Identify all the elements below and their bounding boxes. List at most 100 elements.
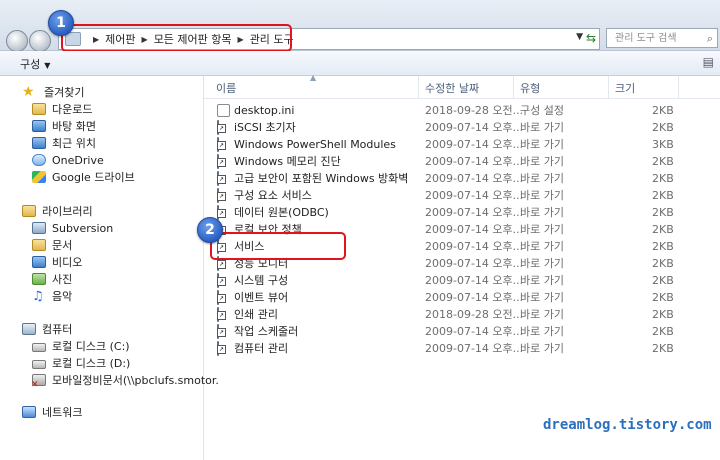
sidebar-favorites[interactable]: ★ 즐겨찾기	[22, 84, 84, 100]
sidebar-item-onedrive[interactable]: OneDrive	[32, 153, 104, 169]
column-divider[interactable]	[513, 76, 514, 98]
file-row[interactable]: Windows 메모리 진단 2009-07-14 오후... 바로 가기 2K…	[204, 153, 720, 170]
pictures-icon	[32, 273, 46, 285]
command-bar: 구성 ▼ ▤	[0, 51, 720, 76]
file-size: 2KB	[652, 342, 674, 355]
shortcut-icon	[217, 205, 219, 220]
file-row-services[interactable]: 서비스 2009-07-14 오후... 바로 가기 2KB	[204, 238, 720, 255]
search-placeholder: 관리 도구 검색	[615, 33, 677, 44]
sidebar-item-google-drive[interactable]: Google 드라이브	[32, 170, 135, 186]
onedrive-icon	[32, 154, 46, 166]
address-dropdown-icon[interactable]: ▼	[576, 32, 583, 42]
sidebar-label: 비디오	[52, 256, 83, 269]
file-name: iSCSI 초기자	[234, 121, 296, 134]
file-name: 시스템 구성	[234, 274, 289, 287]
chevron-right-icon: ▶	[93, 34, 100, 44]
sidebar-computer[interactable]: 컴퓨터	[22, 322, 72, 338]
documents-icon	[32, 239, 46, 251]
file-modified: 2009-07-14 오후...	[425, 189, 524, 202]
shortcut-icon	[217, 154, 219, 169]
shortcut-icon	[217, 324, 219, 339]
column-header-size[interactable]: 크기	[615, 80, 635, 96]
sidebar-item-documents[interactable]: 문서	[32, 238, 72, 254]
downloads-icon	[32, 103, 46, 115]
sidebar-item-recent[interactable]: 최근 위치	[32, 136, 96, 152]
sidebar-label: OneDrive	[52, 154, 104, 167]
file-modified: 2009-07-14 오후...	[425, 155, 524, 168]
file-row[interactable]: 데이터 원본(ODBC) 2009-07-14 오후... 바로 가기 2KB	[204, 204, 720, 221]
sidebar-label: 컴퓨터	[42, 323, 73, 336]
back-button[interactable]	[6, 30, 28, 52]
sidebar-item-pictures[interactable]: 사진	[32, 272, 72, 288]
breadcrumb-admin-tools[interactable]: 관리 도구	[250, 31, 294, 47]
sidebar-label: 모바일정비문서(\\pbclufs.smotor.	[52, 374, 219, 387]
file-type: 바로 가기	[520, 274, 564, 287]
sidebar-label: 로컬 디스크 (C:)	[52, 340, 130, 353]
file-row[interactable]: 성능 모니터 2009-07-14 오후... 바로 가기 2KB	[204, 255, 720, 272]
file-name: 구성 요소 서비스	[234, 189, 312, 202]
file-size: 2KB	[652, 325, 674, 338]
shortcut-icon	[217, 273, 219, 288]
sidebar-libraries[interactable]: 라이브러리	[22, 204, 93, 220]
file-name: 작업 스케줄러	[234, 325, 299, 338]
sidebar-network[interactable]: 네트워크	[22, 405, 82, 421]
library-icon	[22, 205, 36, 217]
file-row[interactable]: 작업 스케줄러 2009-07-14 오후... 바로 가기 2KB	[204, 323, 720, 340]
file-row[interactable]: 컴퓨터 관리 2009-07-14 오후... 바로 가기 2KB	[204, 340, 720, 357]
file-size: 2KB	[652, 274, 674, 287]
sidebar-item-drive-d[interactable]: 로컬 디스크 (D:)	[32, 356, 130, 372]
file-name: 고급 보안이 포함된 Windows 방화벽	[234, 172, 409, 185]
breadcrumb-control-panel[interactable]: 제어판	[105, 31, 135, 47]
column-divider[interactable]	[418, 76, 419, 98]
file-name: 서비스	[234, 240, 265, 253]
file-row[interactable]: 이벤트 뷰어 2009-07-14 오후... 바로 가기 2KB	[204, 289, 720, 306]
breadcrumb-all-items[interactable]: 모든 제어판 항목	[154, 31, 232, 47]
column-header-type[interactable]: 유형	[520, 80, 540, 96]
search-input[interactable]: 관리 도구 검색 ⌕	[606, 28, 718, 48]
file-row[interactable]: 고급 보안이 포함된 Windows 방화벽 2009-07-14 오후... …	[204, 170, 720, 187]
file-row[interactable]: desktop.ini 2018-09-28 오전... 구성 설정 2KB	[204, 102, 720, 119]
column-header-name[interactable]: 이름	[216, 80, 236, 96]
sidebar-item-downloads[interactable]: 다운로드	[32, 102, 92, 118]
view-options-icon[interactable]: ▤	[703, 55, 714, 69]
step-badge-2: 2	[197, 217, 223, 243]
file-size: 2KB	[652, 104, 674, 117]
step-badge-1: 1	[48, 10, 74, 36]
file-size: 2KB	[652, 206, 674, 219]
file-modified: 2009-07-14 오후...	[425, 121, 524, 134]
file-row[interactable]: 시스템 구성 2009-07-14 오후... 바로 가기 2KB	[204, 272, 720, 289]
file-size: 2KB	[652, 121, 674, 134]
file-name: 이벤트 뷰어	[234, 291, 289, 304]
file-row[interactable]: Windows PowerShell Modules 2009-07-14 오후…	[204, 136, 720, 153]
organize-button[interactable]: 구성 ▼	[20, 56, 50, 72]
sidebar-item-drive-c[interactable]: 로컬 디스크 (C:)	[32, 339, 130, 355]
sidebar-label: 즐겨찾기	[44, 86, 85, 99]
sidebar-item-network-drive[interactable]: 모바일정비문서(\\pbclufs.smotor.	[31, 373, 219, 393]
column-divider[interactable]	[608, 76, 609, 98]
refresh-icon[interactable]: ⇆	[583, 28, 599, 48]
file-row[interactable]: 구성 요소 서비스 2009-07-14 오후... 바로 가기 2KB	[204, 187, 720, 204]
sidebar-label: 음악	[52, 290, 73, 303]
forward-button[interactable]	[29, 30, 51, 52]
file-name: 인쇄 관리	[234, 308, 278, 321]
file-modified: 2009-07-14 오후...	[425, 291, 524, 304]
sidebar-item-subversion[interactable]: Subversion	[32, 221, 113, 237]
sidebar-item-music[interactable]: ♫ 음악	[32, 289, 72, 305]
column-header-row: ▲ 이름 수정한 날짜 유형 크기	[204, 73, 720, 99]
sidebar-item-videos[interactable]: 비디오	[32, 255, 82, 271]
recent-places-icon	[32, 137, 46, 149]
file-type: 바로 가기	[520, 189, 564, 202]
sidebar-label: 네트워크	[42, 406, 83, 419]
sidebar-item-desktop[interactable]: 바탕 화면	[32, 119, 96, 135]
videos-icon	[32, 256, 46, 268]
file-row[interactable]: iSCSI 초기자 2009-07-14 오후... 바로 가기 2KB	[204, 119, 720, 136]
star-icon: ★	[22, 84, 35, 100]
file-modified: 2009-07-14 오후...	[425, 325, 524, 338]
column-divider[interactable]	[678, 76, 679, 98]
address-bar[interactable]: ▶ 제어판 ▶ 모든 제어판 항목 ▶ 관리 도구 ▼	[58, 28, 600, 50]
column-header-modified[interactable]: 수정한 날짜	[425, 80, 479, 96]
file-row[interactable]: 인쇄 관리 2018-09-28 오전... 바로 가기 2KB	[204, 306, 720, 323]
navigation-pane: ★ 즐겨찾기 다운로드 바탕 화면 최근 위치 OneDrive Google 드…	[0, 76, 219, 460]
file-row[interactable]: 로컬 보안 정책 2009-07-14 오후... 바로 가기 2KB	[204, 221, 720, 238]
file-type: 바로 가기	[520, 342, 564, 355]
